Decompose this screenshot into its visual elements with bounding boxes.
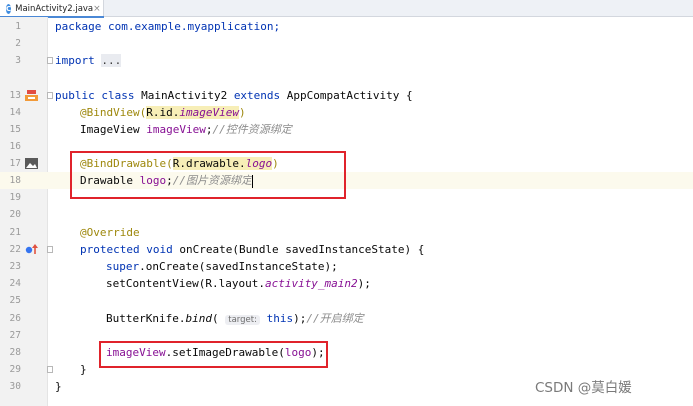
call-end: ); <box>293 312 307 325</box>
line-number: 15 <box>9 124 21 135</box>
method-signature: onCreate(Bundle savedInstanceState) { <box>179 243 425 256</box>
call: ButterKnife. <box>106 312 186 325</box>
folded-imports[interactable]: ... <box>101 54 122 67</box>
line-text: package com.example.myapplication; <box>55 18 280 35</box>
line-text: ImageView imageView;//控件资源绑定 <box>80 121 292 138</box>
superclass: AppCompatActivity { <box>286 89 413 102</box>
line-text: @BindView(R.id.imageView) <box>80 104 246 121</box>
fold-marker-icon[interactable] <box>47 57 53 64</box>
comment: //开启绑定 <box>306 312 364 325</box>
parameter-hint: target: <box>225 315 260 325</box>
code-line-20[interactable]: 20 <box>0 206 693 223</box>
method-name: bind <box>185 312 212 325</box>
field-name: imageView <box>146 123 206 136</box>
line-number: 26 <box>9 313 21 324</box>
line-number: 29 <box>9 364 21 375</box>
line-text: } <box>80 361 87 378</box>
layout-ref: activity_main2 <box>264 277 358 290</box>
highlight-box-set-image <box>99 341 328 368</box>
code-line-13[interactable]: 13 public class MainActivity2 extends Ap… <box>0 87 693 104</box>
brace: } <box>55 380 62 393</box>
code-line-15[interactable]: 15 ImageView imageView;//控件资源绑定 <box>0 121 693 138</box>
code-line-23[interactable]: 23 super.onCreate(savedInstanceState); <box>0 258 693 275</box>
code-line-26[interactable]: 26 ButterKnife.bind( target: this);//开启绑… <box>0 310 693 327</box>
call: .onCreate(savedInstanceState); <box>139 260 338 273</box>
line-number: 13 <box>9 90 21 101</box>
keyword: this <box>259 312 294 325</box>
code-line-24[interactable]: 24 setContentView(R.layout.activity_main… <box>0 275 693 292</box>
line-number: 28 <box>9 347 21 358</box>
line-number: 2 <box>15 38 21 49</box>
line-number: 27 <box>9 330 21 341</box>
line-number: 14 <box>9 107 21 118</box>
comment: //控件资源绑定 <box>212 123 292 136</box>
keyword: super <box>106 260 140 273</box>
highlight-box-bind-drawable <box>70 151 346 199</box>
watermark: CSDN @莫白媛 <box>535 380 632 396</box>
editor-tab-bar: C MainActivity2.java × <box>0 0 693 18</box>
line-text: } <box>55 378 62 395</box>
line-number: 3 <box>15 55 21 66</box>
code-line-1[interactable]: 1 package com.example.myapplication; <box>0 18 693 35</box>
r-id: R.id. <box>146 106 180 119</box>
line-number: 24 <box>9 278 21 289</box>
line-text: setContentView(R.layout.activity_main2); <box>106 275 371 292</box>
paren-open: ( <box>211 312 226 325</box>
code-line-3[interactable]: 3 import ... <box>0 52 693 69</box>
keyword: public class <box>55 89 142 102</box>
line-number: 19 <box>9 192 21 203</box>
code-line-2[interactable]: 2 <box>0 35 693 52</box>
line-number: 17 <box>9 158 21 169</box>
line-number: 21 <box>9 227 21 238</box>
drawable-preview-icon[interactable] <box>25 158 38 169</box>
line-number: 16 <box>9 141 21 152</box>
fold-marker-icon[interactable] <box>47 366 53 373</box>
fold-marker-icon[interactable] <box>47 92 53 99</box>
close-icon[interactable]: × <box>93 4 101 14</box>
code-line-14[interactable]: 14 @BindView(R.id.imageView) <box>0 104 693 121</box>
keyword: import <box>55 54 102 67</box>
class-name: MainActivity2 <box>141 89 234 102</box>
java-class-icon: C <box>6 3 12 14</box>
line-text: super.onCreate(savedInstanceState); <box>106 258 338 275</box>
code-line-22[interactable]: 22 protected void onCreate(Bundle savedI… <box>0 241 693 258</box>
line-number: 1 <box>15 21 21 32</box>
field-ref: imageView <box>179 106 239 119</box>
call-end: ); <box>357 277 371 290</box>
tab-title: MainActivity2.java <box>15 3 94 14</box>
line-number: 22 <box>9 244 21 255</box>
call: setContentView(R.layout. <box>106 277 265 290</box>
keyword: package com.example.myapplication; <box>55 20 281 33</box>
line-number: 25 <box>9 295 21 306</box>
type-name: ImageView <box>80 123 147 136</box>
line-number: 20 <box>9 209 21 220</box>
line-number: 18 <box>9 175 21 186</box>
code-line-25[interactable]: 25 <box>0 292 693 309</box>
fold-marker-icon[interactable] <box>47 246 53 253</box>
annotation-close: ) <box>238 106 246 119</box>
class-run-icon[interactable] <box>25 90 38 101</box>
keyword: protected void <box>80 243 180 256</box>
line-number: 30 <box>9 381 21 392</box>
line-number: 23 <box>9 261 21 272</box>
line-text: public class MainActivity2 extends AppCo… <box>55 87 413 104</box>
brace: } <box>80 363 87 376</box>
keyword: extends <box>233 89 287 102</box>
annotation: @Override <box>80 226 140 239</box>
override-marker-icon[interactable] <box>25 244 38 255</box>
line-text: protected void onCreate(Bundle savedInst… <box>80 241 424 258</box>
annotation: @BindView( <box>80 106 147 119</box>
line-text: import ... <box>55 52 122 69</box>
tab-mainactivity2[interactable]: C MainActivity2.java × <box>0 0 104 18</box>
resource-ref: R.id.imageView <box>146 106 239 119</box>
code-line-21[interactable]: 21 @Override <box>0 224 693 241</box>
line-text: @Override <box>80 224 140 241</box>
